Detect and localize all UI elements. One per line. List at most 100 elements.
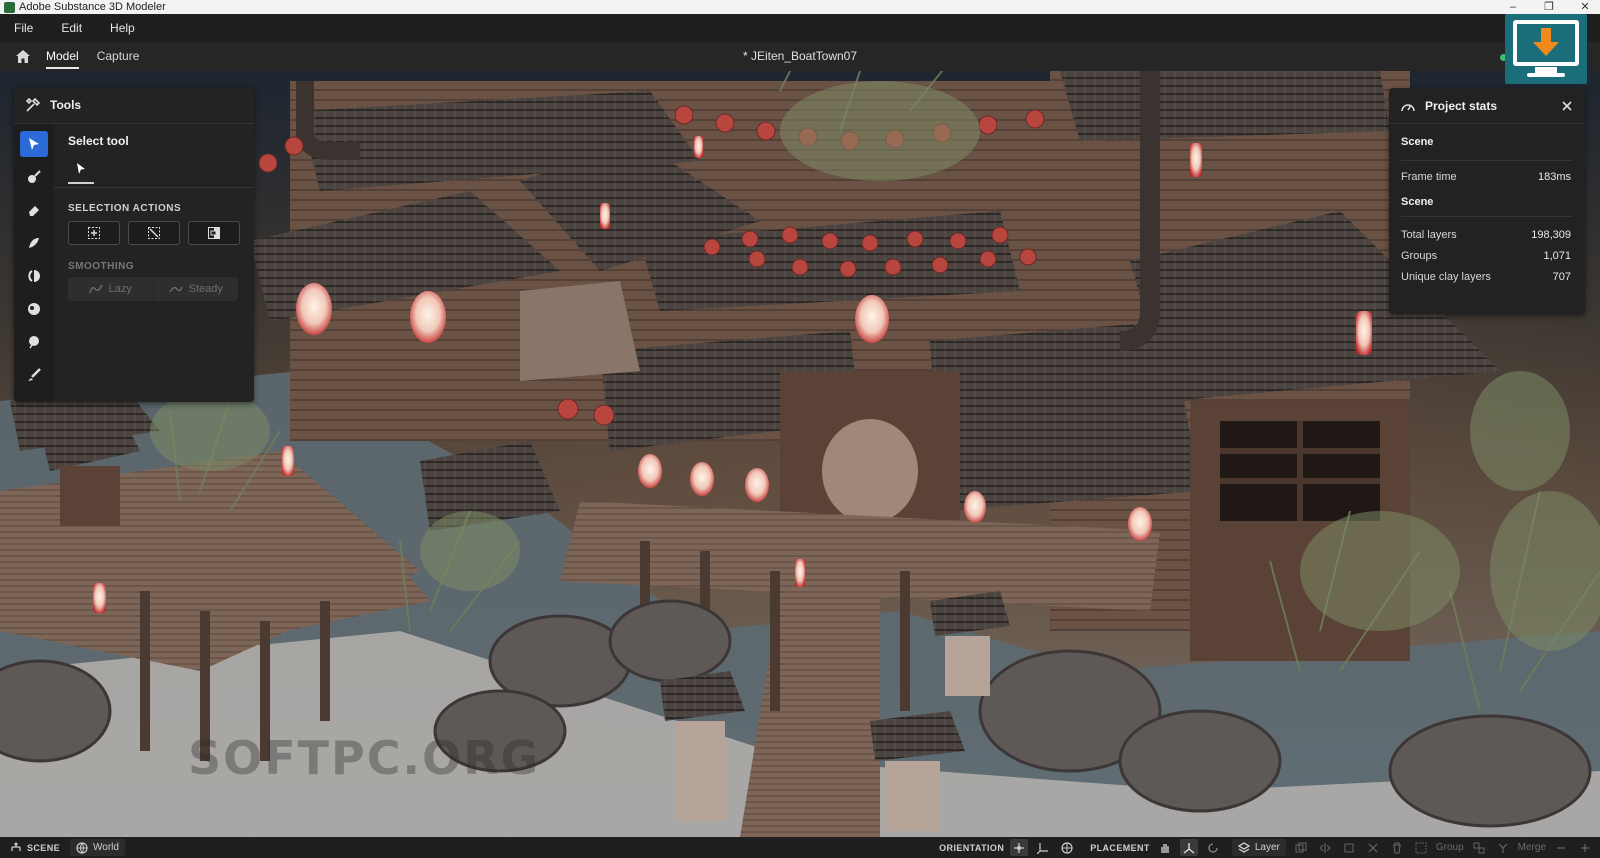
trash-icon [1392,841,1401,854]
home-icon[interactable] [0,42,46,71]
duplicate-button[interactable] [1292,839,1310,856]
tab-capture[interactable]: Capture [97,42,140,71]
select-mode-cursor[interactable] [68,156,94,184]
layer-label: Layer [1254,842,1280,853]
watermark-text: SOFTPC.ORG [188,731,541,785]
tool-strip [14,124,54,402]
orientation-label: ORIENTATION [939,842,1005,853]
menu-bar: File Edit Help [0,14,1600,42]
placement-rotate-button[interactable] [1204,839,1222,856]
cursor-icon [77,162,85,174]
project-stats-title: Project stats [1425,98,1498,113]
inflate-tool-button[interactable] [20,296,48,322]
eraser-tool-button[interactable] [20,197,48,223]
tools-panel: Tools Select tool SELECTION ACTIONS SMOO… [14,87,254,402]
tool-options: Select tool SELECTION ACTIONS SMOOTHING … [54,124,254,402]
instance-icon [1344,843,1354,852]
tools-title: Tools [50,98,82,112]
select-arrow-icon [29,138,39,150]
tab-model[interactable]: Model [46,42,79,71]
scene-indicator[interactable]: SCENE [10,842,60,854]
status-bar: SCENE World ORIENTATION PLACEMENT Layer [0,837,1600,858]
orientation-world-button[interactable] [1058,839,1076,856]
world-label: World [93,842,119,853]
smoothing-steady-button[interactable]: Steady [152,277,239,301]
axis-icon [1037,842,1049,854]
group-icon [1415,842,1427,853]
placement-label: PLACEMENT [1090,842,1150,853]
delete-button[interactable] [1388,839,1406,856]
stat-value: 707 [1552,271,1571,283]
orientation-axis-button[interactable] [1034,839,1052,856]
inflate-icon [28,303,40,315]
zoom-in-button[interactable] [1576,839,1594,856]
document-title: * JEiten_BoatTown07 [742,49,858,63]
stat-row-unique-clay-layers: Unique clay layers 707 [1389,267,1585,288]
placement-gizmo-button[interactable] [1179,839,1198,856]
maximize-button[interactable]: ❐ [1542,0,1556,14]
invert-selection-icon [208,227,220,239]
globe-icon [1061,841,1073,854]
scene-hierarchy-icon [11,842,21,851]
smoothing-steady-label: Steady [188,283,223,295]
mirror-button[interactable] [1316,839,1334,856]
group-label[interactable]: Group [1436,842,1464,853]
deselect-button[interactable] [128,221,180,245]
window-title-bar: Adobe Substance 3D Modeler – ❐ ✕ [0,0,1600,14]
smoothing-lazy-button[interactable]: Lazy [68,277,153,301]
merge-icon [1498,843,1508,853]
gizmo-icon [1183,842,1195,854]
stat-label: Groups [1401,250,1438,262]
menu-file[interactable]: File [14,21,33,35]
select-tool-button[interactable] [20,131,48,157]
zoom-out-button[interactable] [1552,839,1570,856]
stat-label: Unique clay layers [1401,271,1491,283]
stat-row-total-layers: Total layers 198,309 [1389,225,1585,246]
move-tool-button[interactable] [20,263,48,289]
download-monitor-icon [1513,20,1579,77]
paint-tool-button[interactable] [20,362,48,388]
menu-edit[interactable]: Edit [61,21,82,35]
move-icon [28,270,40,282]
stat-row-groups: Groups 1,071 [1389,246,1585,267]
smoothing-label: SMOOTHING [68,261,135,272]
placement-hand-button[interactable] [1156,839,1174,856]
balloon-tool-button[interactable] [20,329,48,355]
lazy-curve-icon [88,284,103,294]
close-stats-button[interactable] [1559,98,1575,114]
download-monitor-badge [1505,14,1587,84]
world-space-toggle[interactable]: World [70,839,125,856]
stat-label: Total layers [1401,229,1457,241]
smooth-icon [29,238,39,248]
divider [1401,160,1573,161]
divider [54,187,254,188]
select-all-button[interactable] [68,221,120,245]
window-title: Adobe Substance 3D Modeler [19,1,166,13]
close-window-button[interactable]: ✕ [1578,0,1592,14]
globe-icon [76,841,88,854]
selection-actions-row [68,221,240,245]
orientation-local-button[interactable] [1010,839,1029,856]
layer-button[interactable]: Layer [1231,839,1286,856]
ungroup-button[interactable] [1470,839,1488,856]
menu-help[interactable]: Help [110,21,135,35]
stat-value: 198,309 [1531,229,1571,241]
instance-button[interactable] [1340,839,1358,856]
brush-tool-button[interactable] [20,164,48,190]
brush-icon [28,170,41,183]
merge-label[interactable]: Merge [1518,842,1546,853]
smooth-tool-button[interactable] [20,230,48,256]
window-controls: – ❐ ✕ [1506,0,1592,14]
invert-selection-button[interactable] [188,221,240,245]
duplicate-icon [1295,842,1307,852]
tools-panel-header: Tools [14,87,254,124]
cut-button[interactable] [1364,839,1382,856]
layer-icon [1237,841,1250,853]
orientation-local-icon [1014,842,1025,853]
minimize-button[interactable]: – [1506,0,1520,14]
rotate-icon [1208,842,1218,853]
app-logo-icon [4,1,15,13]
merge-icon-button[interactable] [1494,839,1512,856]
deselect-icon [148,227,160,239]
group-icon-button[interactable] [1412,839,1430,856]
